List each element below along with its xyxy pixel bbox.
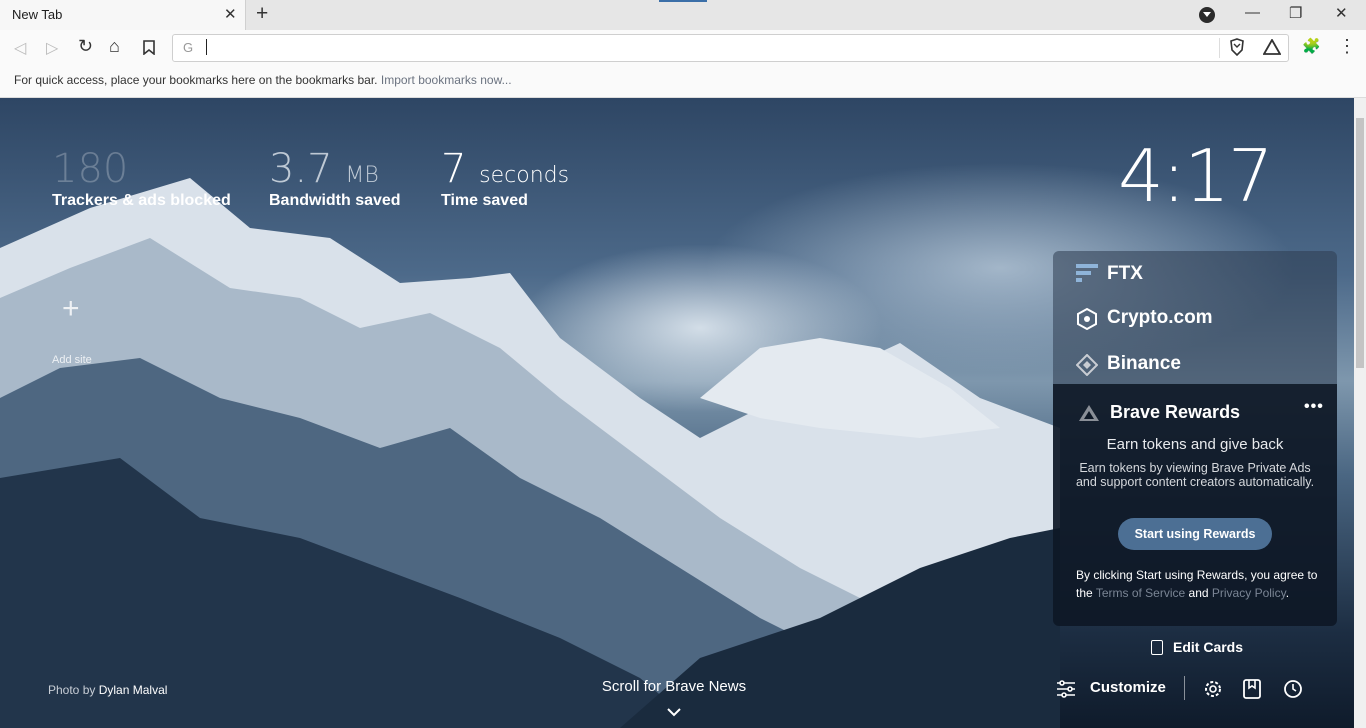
rewards-consent-text: By clicking Start using Rewards, you agr…	[1076, 566, 1326, 602]
history-clock-icon[interactable]	[1282, 678, 1304, 700]
card-binance-label: Binance	[1107, 353, 1181, 374]
stat-trackers: 180 Trackers & ads blocked	[52, 146, 231, 210]
card-crypto-com[interactable]: Crypto.com	[1075, 307, 1213, 331]
rewards-title: Brave Rewards	[1110, 402, 1241, 422]
edit-cards-icon	[1151, 640, 1163, 655]
customize-button[interactable]: Customize	[1090, 679, 1166, 696]
stat-bandwidth: 3.7 MB Bandwidth saved	[269, 146, 401, 210]
card-ftx-label: FTX	[1107, 263, 1143, 284]
import-bookmarks-link[interactable]: Import bookmarks now...	[381, 73, 512, 87]
omnibox-divider	[1219, 38, 1220, 58]
stat-time: 7 seconds Time saved	[441, 146, 569, 210]
brave-rewards-icon[interactable]	[1263, 39, 1281, 55]
address-bar[interactable]	[172, 34, 1289, 62]
add-site-icon[interactable]: +	[62, 292, 80, 326]
rewards-description: Earn tokens by viewing Brave Private Ads…	[1075, 461, 1315, 489]
reload-icon[interactable]: ↻	[78, 36, 93, 57]
back-icon[interactable]: ◁	[14, 38, 26, 58]
time-label: Time saved	[441, 192, 528, 209]
start-using-rewards-button[interactable]: Start using Rewards	[1118, 518, 1272, 550]
crypto-com-icon	[1075, 307, 1099, 331]
card-ftx[interactable]: FTX	[1075, 263, 1143, 285]
photo-credit: Photo by Dylan Malval	[48, 683, 167, 697]
time-unit: seconds	[479, 163, 570, 188]
card-crypto-com-label: Crypto.com	[1107, 307, 1213, 328]
footer-divider	[1184, 676, 1185, 700]
tab-search-icon[interactable]	[1199, 7, 1215, 23]
close-window-button[interactable]: ✕	[1335, 4, 1348, 22]
time-value: 7	[441, 146, 467, 192]
ftx-icon	[1075, 263, 1099, 284]
scrollbar-thumb[interactable]	[1356, 118, 1364, 368]
bookmarks-bar-message: For quick access, place your bookmarks h…	[14, 73, 512, 87]
terms-of-service-link[interactable]: Terms of Service	[1096, 586, 1185, 600]
bookmark-icon[interactable]	[143, 40, 155, 55]
consent-and: and	[1188, 586, 1209, 600]
bandwidth-label: Bandwidth saved	[269, 192, 401, 209]
bookmarks-bar-text: For quick access, place your bookmarks h…	[14, 73, 378, 87]
menu-icon[interactable]: ⋮	[1338, 36, 1356, 57]
rewards-more-options-icon[interactable]: •••	[1304, 398, 1324, 416]
forward-icon[interactable]: ▷	[46, 38, 58, 58]
card-binance[interactable]: Binance	[1075, 353, 1181, 377]
edit-cards-label[interactable]: Edit Cards	[1173, 639, 1243, 655]
clock: 4:17	[1118, 134, 1274, 218]
bandwidth-value: 3.7	[269, 146, 333, 192]
chevron-down-icon[interactable]	[666, 706, 682, 718]
extensions-icon[interactable]: 🧩	[1302, 37, 1321, 55]
customize-sliders-icon[interactable]	[1056, 679, 1076, 699]
rewards-heading: Earn tokens and give back	[1106, 436, 1284, 453]
tab-strip-accent	[659, 0, 707, 2]
bandwidth-unit: MB	[345, 163, 379, 188]
scroll-for-brave-news[interactable]: Scroll for Brave News	[574, 678, 774, 695]
minimize-button[interactable]: —	[1245, 4, 1260, 21]
restore-button[interactable]: ❐	[1289, 4, 1302, 22]
photo-credit-author[interactable]: Dylan Malval	[99, 683, 168, 697]
add-site-label[interactable]: Add site	[52, 354, 92, 366]
new-tab-button[interactable]: +	[256, 2, 268, 26]
search-engine-icon: G	[183, 40, 194, 55]
consent-period: .	[1285, 586, 1290, 600]
tab-close-icon[interactable]: ✕	[224, 5, 237, 23]
binance-icon	[1075, 353, 1099, 377]
brave-rewards-logo-icon	[1079, 405, 1099, 421]
bookmarks-icon[interactable]	[1241, 678, 1263, 700]
privacy-policy-link[interactable]: Privacy Policy	[1212, 586, 1286, 600]
photo-credit-prefix: Photo by	[48, 683, 96, 697]
trackers-count: 180	[52, 146, 129, 192]
address-bar-caret	[206, 39, 207, 55]
trackers-label: Trackers & ads blocked	[52, 192, 231, 209]
brave-shields-icon[interactable]	[1229, 38, 1245, 56]
home-icon[interactable]: ⌂	[109, 36, 120, 57]
settings-gear-icon[interactable]	[1202, 678, 1224, 700]
tab-title: New Tab	[12, 7, 63, 22]
